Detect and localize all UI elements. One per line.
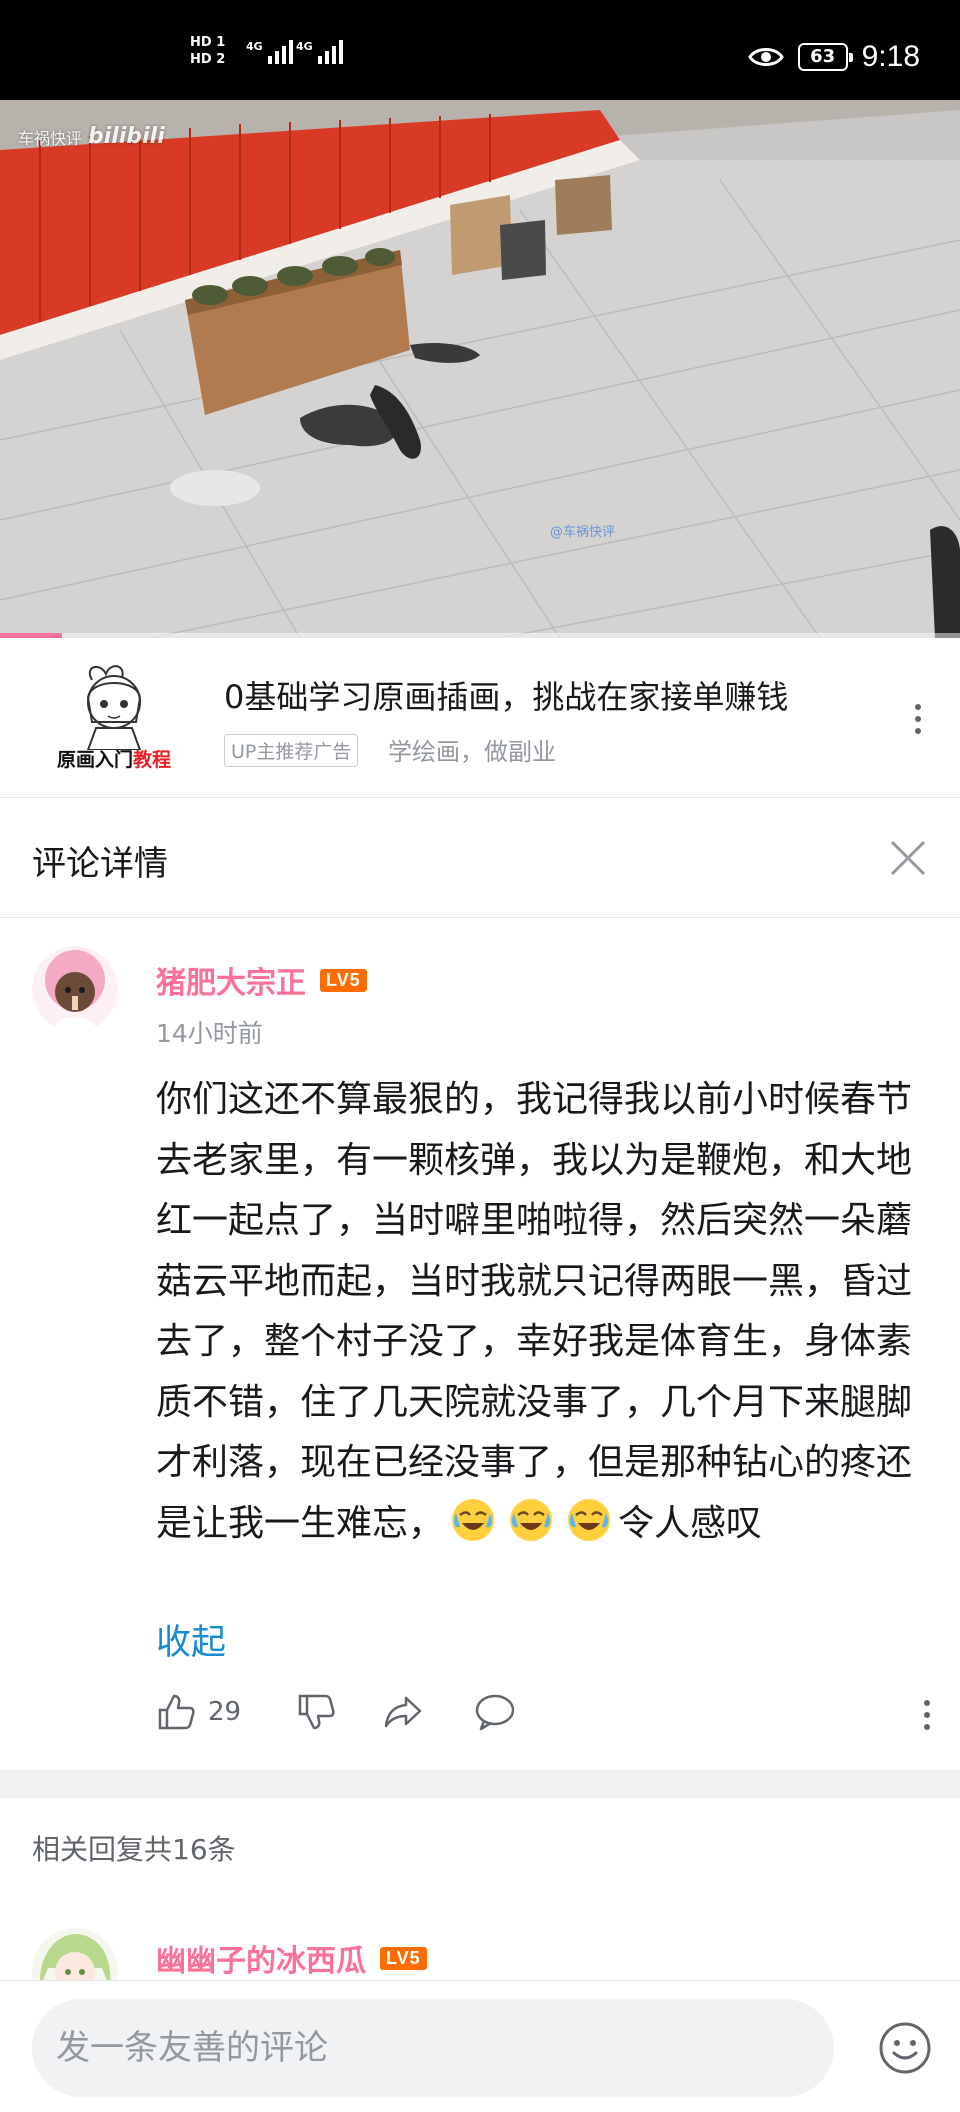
crying-laugh-emoji-icon [452, 1498, 495, 1541]
comment-username[interactable]: 猪肥大宗正 LV5 [156, 958, 367, 1002]
thumbs-up-icon [158, 1694, 195, 1730]
comment-input-bar [0, 1980, 960, 2112]
like-button[interactable]: 29 [156, 1692, 241, 1732]
comment-input[interactable] [32, 1999, 834, 2097]
video-player[interactable]: @车祸快评 车祸快评 bilibili [0, 100, 960, 638]
sim-indicators: HD 1 HD 2 [190, 34, 225, 68]
level-badge: LV5 [320, 968, 367, 992]
ad-thumbnail: 原画入门教程 [40, 660, 188, 778]
eye-icon [747, 48, 784, 66]
ad-title[interactable]: 0基础学习原画插画，挑战在家接单赚钱 [224, 672, 788, 718]
signal-icon: 4G [246, 40, 293, 64]
comment-body: 你们这还不算最狠的，我记得我以前小时候春节去老家里，有一颗核弹，我以为是鞭炮，和… [156, 1079, 913, 1544]
more-options-icon[interactable] [924, 1700, 930, 1730]
battery-icon: 63 [797, 43, 853, 71]
ad-logo-text: 原画入门教程 [56, 749, 172, 771]
ad-banner[interactable]: 原画入门教程 0基础学习原画插画，挑战在家接单赚钱 UP主推荐广告 学绘画，做副… [0, 638, 960, 798]
network-type-2: 4G [296, 40, 313, 53]
sim2-label: HD 2 [190, 52, 226, 67]
username-text[interactable]: 幽幽子的冰西瓜 [156, 1936, 366, 1980]
level-badge: LV5 [380, 1946, 427, 1970]
comment-tail: 令人感叹 [618, 1502, 763, 1544]
replies-count: 相关回复共16条 [32, 1833, 236, 1866]
share-icon [384, 1696, 422, 1728]
crying-laugh-emoji-icon [510, 1498, 553, 1541]
avatar[interactable] [32, 946, 118, 1032]
status-bar: HD 1 HD 2 4G 4G 63 9:18 [0, 0, 960, 100]
username-text[interactable]: 猪肥大宗正 [156, 958, 306, 1002]
close-icon[interactable] [886, 836, 930, 880]
collapse-link[interactable]: 收起 [156, 1614, 226, 1665]
section-separator [0, 1770, 960, 1798]
ad-subtitle: 学绘画，做副业 [388, 738, 556, 766]
comment-bubble-icon [475, 1694, 515, 1731]
dislike-button[interactable] [296, 1692, 336, 1732]
sim1-label: HD 1 [190, 35, 226, 50]
more-options-icon[interactable] [914, 704, 922, 734]
comment-input-container[interactable] [32, 1999, 834, 2097]
share-button[interactable] [382, 1692, 424, 1732]
reply-username[interactable]: 幽幽子的冰西瓜 LV5 [156, 1936, 427, 1980]
network-type-1: 4G [246, 40, 263, 53]
signal-icon: 4G [296, 40, 343, 64]
comment-text: 你们这还不算最狠的，我记得我以前小时候春节去老家里，有一颗核弹，我以为是鞭炮，和… [156, 1070, 926, 1554]
clock: 9:18 [861, 40, 920, 73]
ad-tag-badge: UP主推荐广告 [224, 734, 359, 767]
comment-timestamp: 14小时前 [156, 1019, 263, 1048]
channel-label: 车祸快评 [18, 128, 83, 148]
like-count: 29 [208, 1697, 242, 1727]
comment-actions: 29 [156, 1692, 926, 1744]
comment-detail-header: 评论详情 [0, 798, 960, 918]
thumbs-down-icon [298, 1694, 335, 1730]
bilibili-logo: bilibili [88, 124, 165, 149]
anime-girl-icon [86, 665, 142, 751]
user-avatar-image [32, 946, 118, 1032]
crying-laugh-emoji-icon [568, 1498, 611, 1541]
emoji-icon[interactable] [878, 2021, 932, 2075]
video-frame: @车祸快评 [0, 100, 960, 638]
svg-text:@车祸快评: @车祸快评 [550, 524, 615, 540]
reply-button[interactable] [474, 1692, 516, 1732]
panel-title: 评论详情 [32, 844, 168, 884]
video-watermark: 车祸快评 bilibili [18, 124, 165, 149]
